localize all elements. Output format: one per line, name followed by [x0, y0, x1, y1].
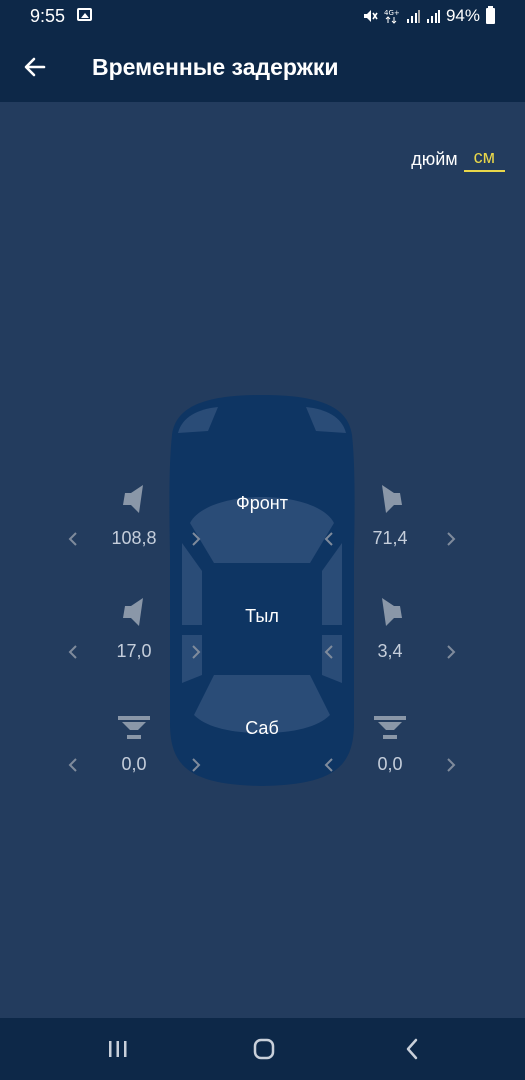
rear-left-decrease-button[interactable] — [62, 639, 84, 665]
speaker-right-icon — [382, 485, 402, 513]
speaker-left-icon — [123, 598, 143, 626]
unit-toggle: дюйм см — [411, 147, 505, 172]
home-button[interactable] — [244, 1032, 284, 1066]
speaker-left-icon — [123, 485, 143, 513]
signal-icon — [406, 10, 420, 23]
rear-right-decrease-button[interactable] — [318, 639, 340, 665]
battery-icon — [486, 6, 495, 24]
unit-cm-option[interactable]: см — [463, 147, 505, 172]
front-right-increase-button[interactable] — [440, 526, 462, 552]
zone-front-label: Фронт — [236, 493, 288, 513]
front-left-value: 108,8 — [111, 528, 157, 548]
back-button[interactable] — [18, 50, 52, 84]
rear-right-increase-button[interactable] — [440, 639, 462, 665]
front-right-decrease-button[interactable] — [318, 526, 340, 552]
zone-rear-label: Тыл — [245, 606, 279, 626]
chevron-left-icon — [324, 758, 333, 772]
recent-apps-icon — [109, 1041, 127, 1057]
page-title: Временные задержки — [92, 54, 339, 80]
chevron-left-icon — [68, 532, 77, 546]
subwoofer-icon — [374, 716, 406, 739]
zone-sub-label: Саб — [245, 718, 279, 738]
front-right-value: 71,4 — [372, 528, 408, 548]
sub-left-increase-button[interactable] — [185, 752, 207, 778]
system-back-button[interactable] — [392, 1032, 432, 1066]
rear-right-value: 3,4 — [377, 641, 403, 661]
network-4g-icon: 4G+ — [384, 9, 400, 24]
system-nav-bar — [0, 1018, 525, 1080]
chevron-left-icon — [68, 758, 77, 772]
sub-left-value: 0,0 — [121, 754, 147, 774]
rear-left-increase-button[interactable] — [185, 639, 207, 665]
chevron-right-icon — [192, 532, 201, 546]
app-bar: Временные задержки — [0, 32, 525, 102]
sub-right-increase-button[interactable] — [440, 752, 462, 778]
rear-left-value: 17,0 — [116, 641, 152, 661]
chevron-right-icon — [447, 532, 456, 546]
battery-percent: 94% — [445, 6, 480, 25]
status-time: 9:55 — [30, 6, 66, 26]
chevron-left-icon — [406, 1038, 418, 1060]
unit-inch-option[interactable]: дюйм — [411, 149, 457, 170]
image-notification-icon — [77, 8, 92, 21]
chevron-right-icon — [192, 645, 201, 659]
speaker-right-icon — [382, 598, 402, 626]
subwoofer-icon — [118, 716, 150, 739]
mute-icon — [363, 10, 378, 22]
sub-right-decrease-button[interactable] — [318, 752, 340, 778]
arrow-left-icon — [24, 57, 46, 77]
chevron-left-icon — [324, 532, 333, 546]
sub-left-decrease-button[interactable] — [62, 752, 84, 778]
sub-right-value: 0,0 — [377, 754, 403, 774]
chevron-right-icon — [192, 758, 201, 772]
front-left-increase-button[interactable] — [185, 526, 207, 552]
signal-2-icon — [426, 10, 440, 23]
status-right: 4G+ 94% — [362, 6, 495, 26]
chevron-right-icon — [447, 758, 456, 772]
chevron-left-icon — [68, 645, 77, 659]
front-left-decrease-button[interactable] — [62, 526, 84, 552]
chevron-right-icon — [447, 645, 456, 659]
recent-apps-button[interactable] — [98, 1032, 138, 1066]
home-icon — [253, 1038, 275, 1060]
svg-text:4G+: 4G+ — [384, 9, 400, 17]
chevron-left-icon — [324, 645, 333, 659]
status-bar: 9:55 4G+ 94% — [0, 0, 525, 32]
